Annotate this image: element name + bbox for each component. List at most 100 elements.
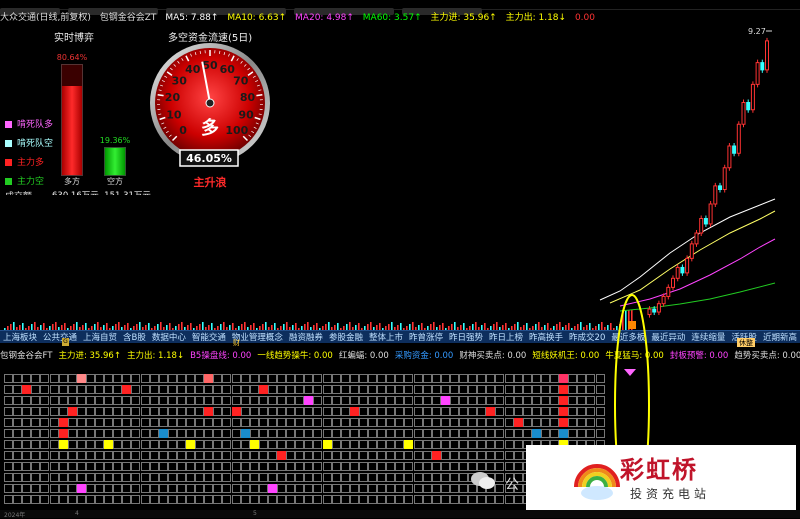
signal-cell [395, 407, 404, 416]
signal-cell [386, 407, 395, 416]
volume-bar [295, 323, 297, 330]
sector-item[interactable]: 上海自贸 [83, 333, 117, 343]
signal-cell [459, 451, 468, 460]
sector-item[interactable]: 昨成交20 [569, 333, 605, 343]
signal-cell [541, 407, 550, 416]
signal-cell [423, 407, 432, 416]
signal-cell [177, 473, 186, 482]
volume-bar [316, 323, 318, 330]
signal-cell [441, 429, 450, 438]
signal-cell [86, 396, 95, 405]
signal-cell [441, 473, 450, 482]
signal-cell [477, 418, 486, 427]
signal-cell [104, 407, 113, 416]
signal-cell [259, 396, 268, 405]
signal-cell [95, 473, 104, 482]
signal-cell [68, 440, 77, 449]
signal-cell [377, 418, 386, 427]
volume-bar [64, 323, 66, 330]
signal-cell [441, 440, 450, 449]
signal-cell [195, 396, 204, 405]
signal-cell [459, 473, 468, 482]
sector-item[interactable]: 含B股 [123, 333, 146, 343]
sector-item[interactable]: 连续缩量 [691, 333, 725, 343]
sector-item[interactable]: 整体上市 [369, 333, 403, 343]
signal-cell [113, 462, 122, 471]
signal-cell [459, 418, 468, 427]
gauge-tick-label: 0 [179, 124, 187, 137]
legend-swatch [5, 159, 12, 166]
indicator-title[interactable]: 包钢金谷会FT [0, 351, 52, 361]
sector-item[interactable]: 数据中心 [152, 333, 186, 343]
signal-cell [213, 473, 222, 482]
signal-cell [414, 484, 423, 493]
volume-bar [169, 323, 171, 330]
ma10-value: MA10: 6.63↑ [227, 13, 286, 23]
signal-cell [195, 418, 204, 427]
signal-cell [232, 495, 241, 504]
signal-cell [122, 495, 131, 504]
signal-cell [313, 451, 322, 460]
signal-cell [13, 451, 22, 460]
short-bar-fill [105, 148, 125, 175]
signal-cell [59, 418, 68, 427]
signal-cell [395, 396, 404, 405]
sector-item[interactable]: 昨曾涨停 [409, 333, 443, 343]
signal-cell [459, 429, 468, 438]
signal-cell [377, 473, 386, 482]
sector-item[interactable]: 参股金融 [329, 333, 363, 343]
sector-item[interactable]: 最近异动 [651, 333, 685, 343]
sector-item[interactable]: 上海板块 [3, 333, 37, 343]
signal-cell [532, 374, 541, 383]
signal-cell [359, 418, 368, 427]
signal-cell [204, 374, 213, 383]
signal-cell [495, 429, 504, 438]
volume-bar [286, 322, 288, 330]
signal-cell [4, 396, 13, 405]
signal-cell [505, 396, 514, 405]
sector-tag-left[interactable]: G [62, 338, 69, 346]
gauge-hub [206, 99, 214, 107]
signal-cell [22, 396, 31, 405]
signal-cell [259, 462, 268, 471]
signal-cell [232, 473, 241, 482]
signal-cell [313, 374, 322, 383]
signal-cell [386, 418, 395, 427]
signal-cell [104, 462, 113, 471]
volume-bar [139, 322, 141, 330]
sector-item[interactable]: 公共交通 [43, 333, 77, 343]
signal-cell [332, 407, 341, 416]
signal-cell [77, 484, 86, 493]
signal-cell [122, 484, 131, 493]
signal-cell [59, 429, 68, 438]
signal-cell [350, 374, 359, 383]
signal-cell [295, 451, 304, 460]
signal-cell [141, 385, 150, 394]
sector-item[interactable]: 昨日上榜 [489, 333, 523, 343]
volume-bar [391, 322, 393, 330]
signal-cell [577, 407, 586, 416]
signal-cell [495, 440, 504, 449]
candle-body [737, 124, 740, 153]
signal-cell [13, 440, 22, 449]
volume-bar [232, 323, 234, 330]
chart-title[interactable]: 大众交通(日线,前复权) [0, 13, 91, 23]
indicator-name[interactable]: 包钢金谷会ZT [100, 13, 157, 23]
sector-item[interactable]: 融资融券 [289, 333, 323, 343]
sector-item[interactable]: 近期新高 [763, 333, 797, 343]
signal-cell [168, 429, 177, 438]
sector-item[interactable]: 昨高换手 [529, 333, 563, 343]
signal-cell [250, 396, 259, 405]
sector-item[interactable]: 智能交通 [192, 333, 226, 343]
sector-tag-mid[interactable]: 财 [233, 338, 240, 348]
signal-cell [86, 385, 95, 394]
sector-tag-right[interactable]: 休整 [737, 338, 755, 347]
signal-cell [295, 484, 304, 493]
signal-cell [31, 484, 40, 493]
signal-cell [414, 429, 423, 438]
signal-cell [505, 429, 514, 438]
signal-cell [150, 484, 159, 493]
signal-cell [559, 418, 568, 427]
sector-item[interactable]: 昨日强势 [449, 333, 483, 343]
signal-cell [86, 440, 95, 449]
